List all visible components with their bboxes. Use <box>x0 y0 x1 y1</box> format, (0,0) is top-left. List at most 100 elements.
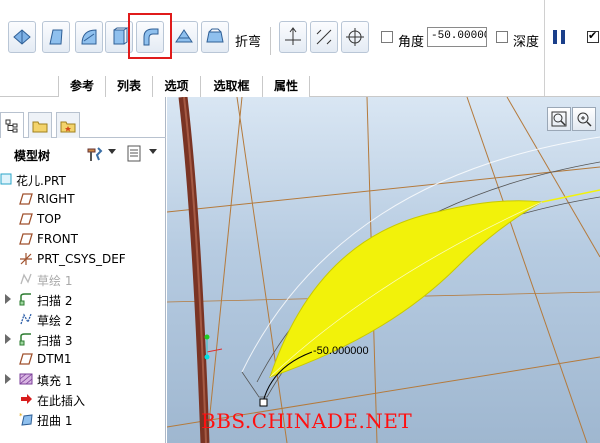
tree-item-warp1[interactable]: * 扭曲 1 <box>0 409 166 429</box>
angle-checkbox[interactable] <box>381 31 393 43</box>
pause-button[interactable] <box>553 30 567 44</box>
zoom-in-button[interactable] <box>572 107 596 131</box>
zoom-fit-button[interactable] <box>547 107 571 131</box>
datum-plane-icon <box>19 233 33 245</box>
fill-icon <box>19 373 33 385</box>
folder-browser-tab[interactable] <box>28 112 52 138</box>
tree-item-label: TOP <box>37 212 62 226</box>
warp-toolbar: 折弯 角度 -50.00000 深度 参考 <box>0 0 600 97</box>
tree-item-label: PRT_CSYS_DEF <box>37 252 126 266</box>
preview-checkbox[interactable] <box>587 29 599 43</box>
toolbar-separator <box>270 27 271 55</box>
twist-icon <box>175 29 193 43</box>
settings-tools-icon[interactable] <box>86 146 104 162</box>
tree-item-top[interactable]: TOP <box>0 209 166 229</box>
datum-plane-icon <box>19 213 33 225</box>
sweep-icon <box>19 293 31 306</box>
tree-item-sweep2[interactable]: 扫描 2 <box>0 289 166 309</box>
tree-icon <box>5 119 18 132</box>
twist-tool-button[interactable] <box>170 21 198 53</box>
fold-label: 折弯 <box>235 35 262 50</box>
favorites-tab[interactable] <box>56 112 80 138</box>
tree-item-front[interactable]: FRONT <box>0 229 166 249</box>
petal-edge-extension <box>541 189 600 203</box>
datum-plane-edge <box>236 97 288 443</box>
sculpt-icon <box>206 28 224 43</box>
dashboard-tabs: 参考 列表 选项 选取框 属性 <box>0 76 600 97</box>
tree-item-label: 草绘 2 <box>37 314 73 328</box>
bend-tool-highlight <box>128 13 172 59</box>
datum-plane-icon <box>19 353 33 365</box>
graphics-viewport[interactable]: -50.000000 BBS.CHINADE.NET <box>167 97 600 443</box>
tree-item-insert-here[interactable]: 在此插入 <box>0 389 166 409</box>
tab-properties[interactable]: 属性 <box>262 76 310 97</box>
flip-icon <box>316 29 332 45</box>
warp-icon <box>49 29 63 45</box>
settings-dropdown-icon[interactable] <box>108 149 116 154</box>
tree-item-label: 扫描 2 <box>37 294 73 308</box>
depth-label: 深度 <box>513 35 540 50</box>
sculpt-tool-button[interactable] <box>201 21 229 53</box>
tree-item-root[interactable]: 花儿.PRT <box>0 169 166 189</box>
favorites-icon <box>60 121 76 132</box>
expand-icon[interactable] <box>5 374 11 384</box>
rotate-axis-icon <box>346 28 364 46</box>
part-icon <box>0 173 12 185</box>
tree-item-right[interactable]: RIGHT <box>0 189 166 209</box>
model-tree-header: 模型树 <box>0 143 166 165</box>
svg-text:*: * <box>19 412 23 420</box>
stretch-icon <box>113 27 129 45</box>
zoom-in-icon <box>577 112 592 127</box>
show-dropdown-icon[interactable] <box>149 149 157 154</box>
csys-icon <box>20 253 32 265</box>
angle-input[interactable]: -50.00000 <box>427 27 487 47</box>
spine-tool-button[interactable] <box>75 21 103 53</box>
tool-buttons-row: 折弯 角度 -50.00000 深度 <box>0 17 600 57</box>
tree-item-label: 在此插入 <box>37 394 86 408</box>
flip-direction-button[interactable] <box>310 21 338 53</box>
sweep-icon <box>19 333 31 346</box>
folder-icon <box>32 121 48 132</box>
axis-direction-button[interactable] <box>279 21 307 53</box>
bend-box-edge <box>241 371 267 398</box>
model-tree-panel: 模型树 花儿.PRT RIGHT TOP FRONT PRT_CSYS_DEF … <box>0 97 166 443</box>
navigator-tabs <box>0 110 166 138</box>
tree-item-fill1[interactable]: 填充 1 <box>0 369 166 389</box>
tree-item-dtm1[interactable]: DTM1 <box>0 349 166 369</box>
transform-icon <box>13 29 31 45</box>
rotate-axis-button[interactable] <box>341 21 369 53</box>
tree-item-sketch2[interactable]: 草绘 2 <box>0 309 166 329</box>
insert-here-icon <box>21 394 32 404</box>
transform-tool-button[interactable] <box>8 21 36 53</box>
bend-angle-dimension[interactable]: -50.000000 <box>313 345 369 357</box>
stem-surface <box>178 97 210 443</box>
pause-icon-bar-right <box>561 30 565 44</box>
tab-options[interactable]: 选项 <box>152 76 200 97</box>
tree-item-csys[interactable]: PRT_CSYS_DEF <box>0 249 166 269</box>
pause-icon-bar-left <box>553 30 557 44</box>
tab-references[interactable]: 参考 <box>58 76 105 97</box>
refit-icon <box>551 111 567 127</box>
datum-plane-edge <box>466 97 588 443</box>
datum-plane-edge <box>206 97 243 443</box>
show-list-icon[interactable] <box>127 145 143 163</box>
watermark-text: BBS.CHINADE.NET <box>201 409 413 433</box>
axis-x <box>206 348 223 353</box>
model-tree-tab[interactable] <box>0 112 24 138</box>
tree-item-label: RIGHT <box>37 192 75 206</box>
sketch-icon <box>20 273 32 285</box>
tree-item-label: 填充 1 <box>37 374 73 388</box>
tab-list[interactable]: 列表 <box>105 76 152 97</box>
tree-item-label: 花儿.PRT <box>16 174 66 188</box>
tree-item-label: FRONT <box>37 232 78 246</box>
expand-icon[interactable] <box>5 294 11 304</box>
drag-handle[interactable] <box>259 398 268 407</box>
expand-icon[interactable] <box>5 334 11 344</box>
depth-checkbox[interactable] <box>496 31 508 43</box>
tree-item-label: 扫描 3 <box>37 334 73 348</box>
tree-item-sweep3[interactable]: 扫描 3 <box>0 329 166 349</box>
datum-plane-icon <box>19 193 33 205</box>
warp-tool-button[interactable] <box>42 21 70 53</box>
tree-item-sketch1[interactable]: 草绘 1 <box>0 269 166 289</box>
tab-marquee[interactable]: 选取框 <box>200 76 262 97</box>
